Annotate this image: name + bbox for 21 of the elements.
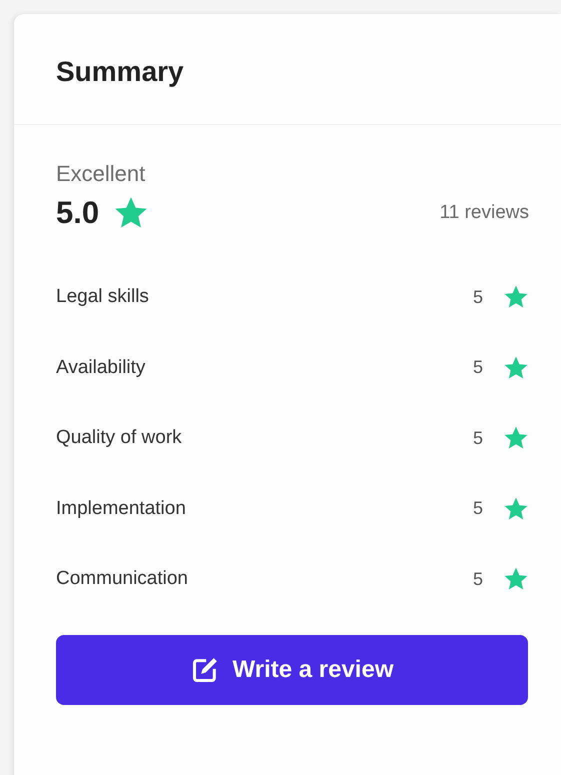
rating-label: Excellent <box>56 161 146 187</box>
star-icon <box>503 566 529 592</box>
criterion-name: Availability <box>56 356 146 379</box>
write-review-button[interactable]: Write a review <box>56 634 528 704</box>
overall-score: 5.0 <box>56 195 100 231</box>
criterion-name: Legal skills <box>56 286 149 308</box>
criterion-score: 5 <box>472 428 483 449</box>
star-icon <box>503 496 529 522</box>
criterion-name: Communication <box>56 568 188 590</box>
criterion-score: 5 <box>472 357 483 378</box>
card-title: Summary <box>56 56 185 88</box>
criterion-score: 5 <box>472 498 483 520</box>
criterion-name: Implementation <box>56 498 186 520</box>
star-icon <box>503 425 529 452</box>
star-icon <box>503 284 529 310</box>
criterion-score: 5 <box>472 568 483 590</box>
review-count: 11 reviews <box>440 202 529 224</box>
edit-icon <box>190 656 219 684</box>
criterion-name: Quality of work <box>56 427 182 450</box>
star-icon <box>503 354 529 381</box>
criterion-score: 5 <box>472 286 483 308</box>
